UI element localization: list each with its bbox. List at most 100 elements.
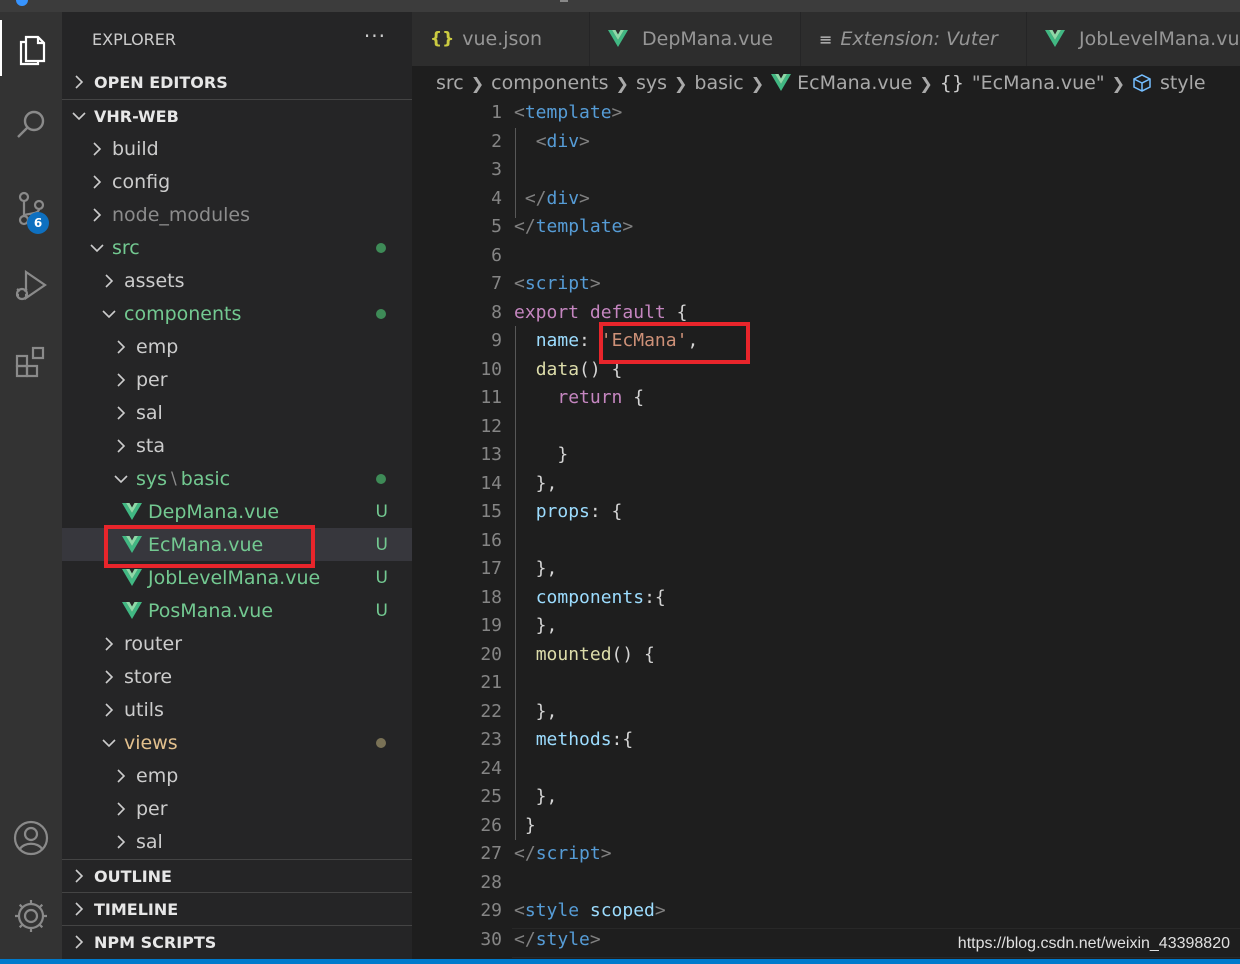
- line-number: 5: [491, 216, 502, 237]
- folder-views[interactable]: views: [62, 726, 412, 759]
- run-debug-icon[interactable]: [0, 256, 62, 312]
- breadcrumb-sys[interactable]: sys: [636, 72, 667, 94]
- highlight-box-name-value: [599, 322, 750, 364]
- more-actions-icon[interactable]: ···: [364, 24, 386, 48]
- line-number: 7: [491, 273, 502, 294]
- folder-sta[interactable]: sta: [62, 429, 412, 462]
- line-number: 25: [480, 786, 502, 807]
- extensions-icon[interactable]: [0, 334, 62, 390]
- breadcrumb-object-label: "EcMana.vue": [971, 72, 1105, 94]
- folder-per[interactable]: per: [62, 792, 412, 825]
- tree-item-label: router: [124, 632, 183, 655]
- file-posmana-vue[interactable]: PosMana.vue U: [62, 594, 412, 627]
- search-icon[interactable]: [0, 97, 62, 153]
- folder-build[interactable]: build: [62, 132, 412, 165]
- breadcrumb-file-label: EcMana.vue: [797, 72, 913, 94]
- folder-router[interactable]: router: [62, 627, 412, 660]
- folder-sys[interactable]: sys \ basic: [62, 462, 412, 495]
- source-control-icon[interactable]: 6: [0, 180, 62, 236]
- file-depmana-vue[interactable]: DepMana.vue U: [62, 495, 412, 528]
- tree-item-label: DepMana.vue: [148, 500, 280, 523]
- line-number: 26: [480, 814, 502, 836]
- code-token: },: [514, 615, 558, 636]
- code-editor[interactable]: 1 2 3 4 5 6 7 8 9 10 11 12 13 14 15 16 17 18 19 20 21 22 23 24 2…: [412, 100, 1240, 959]
- folder-sal[interactable]: sal: [62, 396, 412, 429]
- code-token: :: [579, 330, 601, 351]
- folder-emp[interactable]: emp: [62, 759, 412, 792]
- folder-components[interactable]: components: [62, 297, 412, 330]
- code-token: scoped: [589, 900, 655, 921]
- tree-item-label: sta: [136, 434, 165, 457]
- code-token: methods: [535, 729, 612, 750]
- chevron-right-icon: [88, 206, 106, 224]
- chevron-down-icon: [112, 470, 130, 488]
- code-token: },: [514, 558, 558, 579]
- folder-node-modules[interactable]: node_modules: [62, 198, 412, 231]
- chevron-right-icon: [100, 635, 118, 653]
- npm-scripts-section[interactable]: NPM SCRIPTS: [62, 925, 412, 958]
- folder-sal[interactable]: sal: [62, 825, 412, 858]
- line-number: 17: [480, 558, 502, 579]
- line-number: 22: [480, 700, 502, 722]
- breadcrumb-object[interactable]: {} "EcMana.vue": [940, 72, 1105, 94]
- code-token: <: [514, 273, 525, 294]
- folder-utils[interactable]: utils: [62, 693, 412, 726]
- modified-dot: [376, 242, 386, 253]
- code-line: export default {: [514, 302, 687, 323]
- breadcrumb-file[interactable]: EcMana.vue: [771, 72, 912, 94]
- folder-src[interactable]: src: [62, 231, 412, 264]
- account-icon[interactable]: [0, 810, 62, 866]
- code-token: >: [589, 273, 601, 294]
- line-number: 1: [491, 102, 502, 123]
- scm-count-badge: 6: [27, 212, 49, 234]
- code-line: }: [514, 815, 536, 836]
- chevron-down-icon: [100, 305, 118, 323]
- open-editors-section[interactable]: OPEN EDITORS: [62, 66, 412, 98]
- editor-tabs: {} vue.json DepMana.vue ≡ Extension: Vut…: [412, 12, 1240, 66]
- tree-item-label: node_modules: [112, 203, 251, 226]
- tab-joblevelmana-vue[interactable]: JobLevelMana.vue: [1027, 12, 1240, 66]
- breadcrumb-components[interactable]: components: [491, 72, 608, 94]
- folder-store[interactable]: store: [62, 660, 412, 693]
- git-status-untracked: U: [375, 534, 388, 555]
- folder-config[interactable]: config: [62, 165, 412, 198]
- line-number: 10: [480, 358, 502, 380]
- modified-dot: [376, 308, 386, 319]
- chevron-right-icon: [112, 338, 130, 356]
- explorer-icon[interactable]: [0, 20, 64, 76]
- breadcrumb-style[interactable]: style: [1132, 72, 1206, 94]
- tab-depmana-vue[interactable]: DepMana.vue: [590, 12, 801, 66]
- code-token: >: [622, 216, 634, 237]
- breadcrumb-src[interactable]: src: [436, 72, 464, 94]
- vue-icon: [122, 568, 148, 587]
- folder-per[interactable]: per: [62, 363, 412, 396]
- tree-item-label: JobLevelMana.vue: [148, 566, 321, 589]
- outline-section[interactable]: OUTLINE: [62, 859, 412, 892]
- tab-extension-vuter[interactable]: ≡ Extension: Vuter: [801, 12, 1027, 66]
- npm-scripts-label: NPM SCRIPTS: [94, 932, 217, 952]
- line-number: 29: [480, 900, 502, 921]
- tree-item-label: views: [124, 731, 178, 754]
- chevron-right-icon: [112, 800, 130, 818]
- settings-gear-icon[interactable]: [0, 888, 62, 944]
- line-number: 6: [491, 244, 502, 266]
- code-token: <: [514, 102, 525, 123]
- folder-emp[interactable]: emp: [62, 330, 412, 363]
- code-line: <style scoped>: [514, 900, 666, 921]
- tab-vue-json[interactable]: {} vue.json: [412, 12, 590, 66]
- breadcrumb-basic[interactable]: basic: [694, 72, 743, 94]
- code-token: }: [514, 814, 536, 836]
- code-token: style: [535, 928, 590, 950]
- timeline-section[interactable]: TIMELINE: [62, 892, 412, 925]
- tree-item-label: sys: [136, 467, 168, 490]
- tree-item-label: sal: [136, 830, 163, 853]
- code-token: export: [514, 301, 580, 323]
- project-section[interactable]: VHR-WEB: [62, 99, 412, 132]
- tree-item-label: per: [136, 797, 168, 820]
- folder-assets[interactable]: assets: [62, 264, 412, 297]
